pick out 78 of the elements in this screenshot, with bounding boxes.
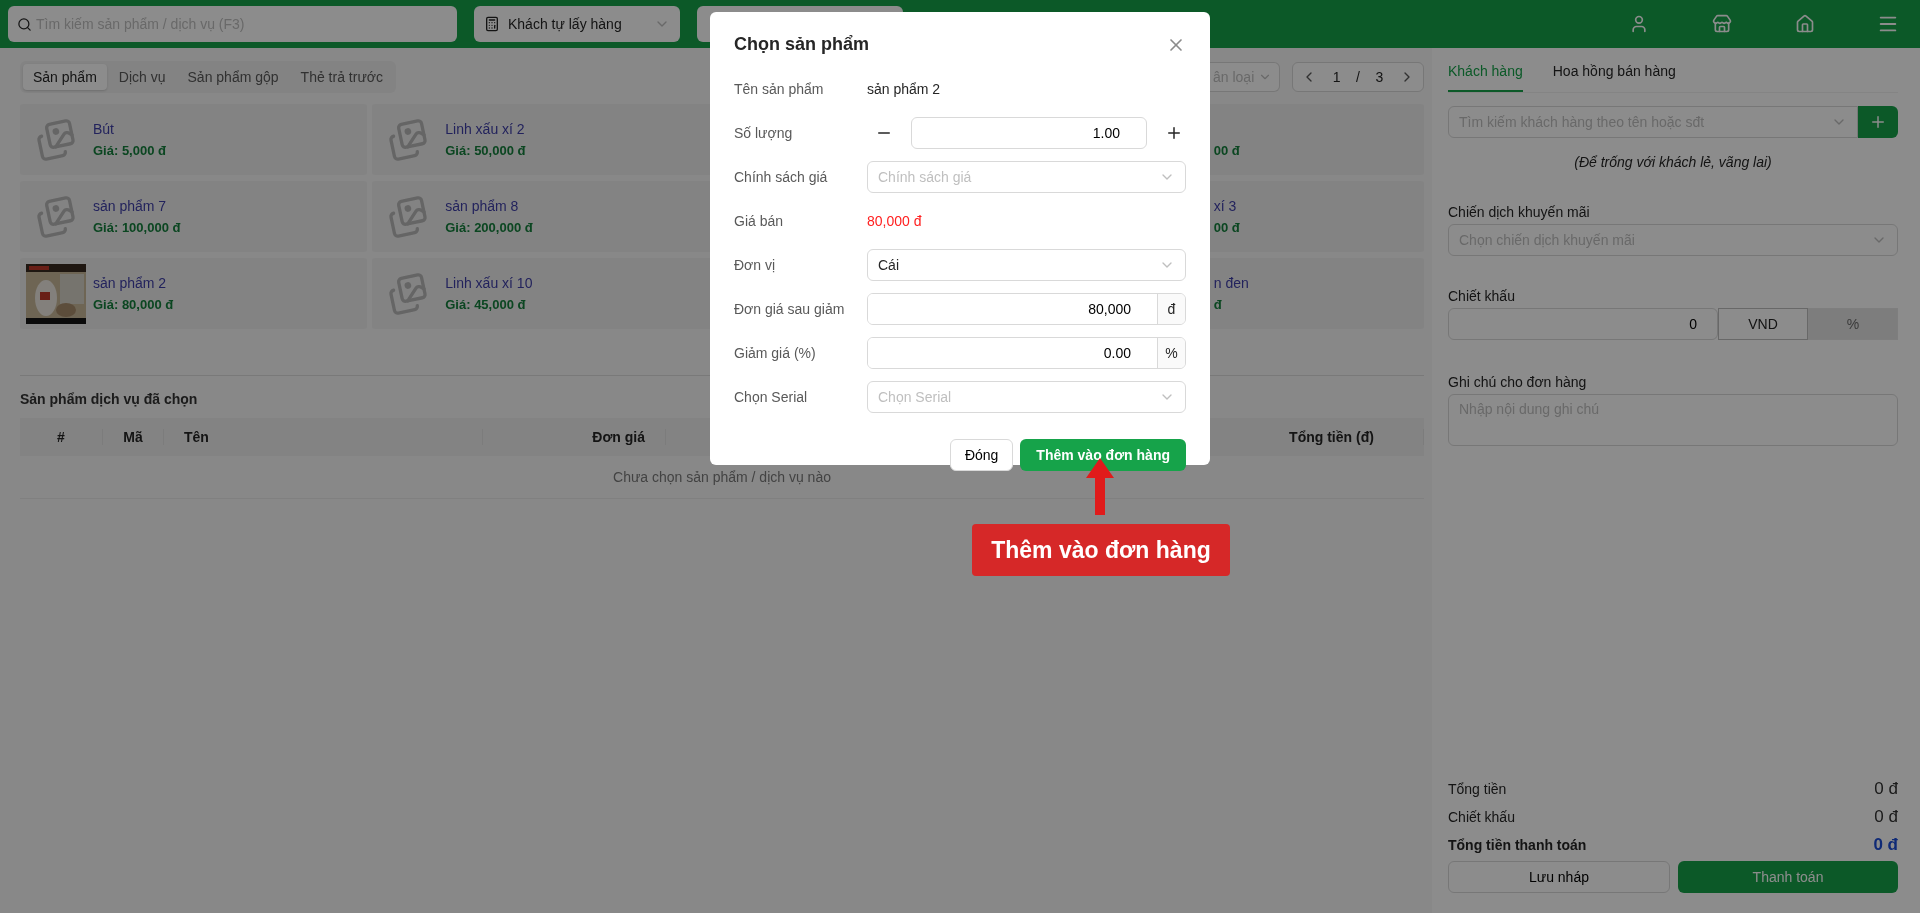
product-name: sản phẩm 7 xyxy=(93,198,168,214)
product-name: sản phẩm 8 xyxy=(445,198,520,214)
product-price: 00 đ xyxy=(1213,143,1240,158)
category-tab[interactable]: Thẻ trả trước xyxy=(290,64,393,90)
field-label: Chính sách giá xyxy=(734,169,829,185)
quantity-field[interactable]: 1.00 xyxy=(911,117,1147,149)
unit-toggle[interactable]: % xyxy=(1808,308,1898,340)
plus-icon[interactable] xyxy=(1165,124,1183,142)
product-name: n đen xyxy=(1213,275,1249,291)
product-price: Giá: 100,000 đ xyxy=(93,220,181,235)
page-total: 3 xyxy=(1375,69,1384,85)
product-name: sản phẩm 2 xyxy=(867,81,942,97)
unit-toggle[interactable]: VND xyxy=(1718,308,1808,340)
add-customer-button[interactable] xyxy=(1858,106,1898,138)
arrow-icon xyxy=(1086,458,1114,515)
product-price: 00 đ xyxy=(1213,220,1240,235)
category-tab[interactable]: Sản phẩm xyxy=(23,64,107,90)
panel-tab[interactable]: Khách hàng xyxy=(1448,56,1523,92)
product-card[interactable]: Bút Giá: 5,000 đ xyxy=(20,104,368,175)
user-icon[interactable] xyxy=(1629,14,1649,34)
field-label: Chiết khấu xyxy=(1448,288,1516,304)
product-price: Giá: 50,000 đ xyxy=(445,143,526,158)
field-label: Tên sản phẩm xyxy=(734,81,825,97)
product-price: Giá: 200,000 đ xyxy=(445,220,533,235)
summary-label: Tổng tiền thanh toán xyxy=(1448,837,1587,853)
field-label: Đơn vị xyxy=(734,257,777,273)
page-number: 1 xyxy=(1332,69,1341,85)
delivery-select[interactable]: Khách tự lấy hàng xyxy=(474,6,680,42)
save-draft-button[interactable]: Lưu nháp xyxy=(1448,861,1670,893)
search-icon xyxy=(17,17,32,32)
product-card[interactable]: sản phẩm 7 Giá: 100,000 đ xyxy=(20,181,368,252)
close-button[interactable]: Đóng xyxy=(949,439,1014,471)
category-tab[interactable]: Sản phẩm gộp xyxy=(177,64,289,90)
discount-field[interactable]: 0 xyxy=(1448,308,1718,340)
field-label: Giá bán xyxy=(734,213,785,229)
product-price: Giá: 45,000 đ xyxy=(445,297,527,312)
store-icon[interactable] xyxy=(1712,14,1732,34)
calculator-icon xyxy=(484,16,500,32)
field-label: Đơn giá sau giảm xyxy=(734,301,846,317)
product-card[interactable]: sản phẩm 2 Giá: 80,000 đ xyxy=(20,258,368,329)
callout-label: Thêm vào đơn hàng xyxy=(972,524,1230,576)
sale-price: 80,000 đ xyxy=(867,213,923,229)
customer-hint: (Để trống với khách lẻ, vãng lai) xyxy=(1573,154,1773,170)
page-separator: / xyxy=(1356,69,1360,85)
column-header: Tổng tiền (đ) xyxy=(1240,429,1424,445)
add-to-order-button[interactable]: Thêm vào đơn hàng xyxy=(1020,439,1186,471)
column-header: Đơn giá xyxy=(483,429,666,445)
pay-button[interactable]: Thanh toán xyxy=(1678,861,1898,893)
product-name: xí 3 xyxy=(1213,198,1238,214)
plus-icon xyxy=(1869,113,1887,131)
product-price: Giá: 80,000 đ xyxy=(93,297,174,312)
summary-label: Chiết khấu xyxy=(1448,809,1515,825)
field-label: Ghi chú cho đơn hàng xyxy=(1448,374,1588,390)
field-label: Số lượng xyxy=(734,125,794,141)
column-header: # xyxy=(20,429,103,445)
summary-label: Tổng tiền xyxy=(1448,781,1507,797)
summary-value: 0 đ xyxy=(1874,807,1898,827)
field-label: Chiến dịch khuyến mãi xyxy=(1448,204,1591,220)
column-header: Mã xyxy=(103,429,164,445)
product-name: Bút xyxy=(93,121,115,137)
panel-tab[interactable]: Hoa hồng bán hàng xyxy=(1552,56,1676,92)
summary-value: 0 đ xyxy=(1873,835,1898,855)
product-name: sản phẩm 2 xyxy=(93,275,168,291)
column-header: Tên xyxy=(164,429,483,445)
product-price: đ xyxy=(1213,297,1223,312)
product-name: Linh xấu xí 2 xyxy=(445,121,526,137)
section-title: Sản phẩm dịch vụ đã chọn xyxy=(20,391,198,407)
field-label: Giảm giá (%) xyxy=(734,345,817,361)
category-tab[interactable]: Dịch vụ xyxy=(108,64,176,90)
input-field[interactable]: 80,000 đ xyxy=(867,293,1186,325)
product-price: Giá: 5,000 đ xyxy=(93,143,166,158)
summary-value: 0 đ xyxy=(1874,779,1898,799)
select-field[interactable]: Cái xyxy=(867,249,1186,281)
input-field[interactable]: 0.00 % xyxy=(867,337,1186,369)
field-label: Chọn Serial xyxy=(734,389,809,405)
modal-title: Chọn sản phẩm xyxy=(734,34,869,55)
home-icon[interactable] xyxy=(1795,14,1815,34)
product-name: Linh xấu xí 10 xyxy=(445,275,533,291)
